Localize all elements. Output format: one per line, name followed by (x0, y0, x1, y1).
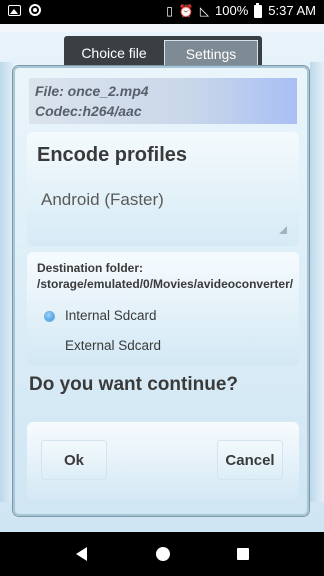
home-icon[interactable] (156, 547, 170, 561)
confirm-question: Do you want continue? (29, 374, 238, 395)
tab-bar: Choice file Settings (64, 36, 262, 68)
app-area: Choice file Settings File: once_2.mp4 Co… (0, 24, 324, 532)
convert-dialog: File: once_2.mp4 Codec:h264/aac Encode p… (13, 66, 309, 516)
background-strip-left (0, 62, 14, 502)
no-signal-icon: ◺ (199, 4, 210, 18)
cancel-button[interactable]: Cancel (217, 440, 283, 480)
ok-button[interactable]: Ok (41, 440, 107, 480)
record-icon (29, 4, 41, 16)
destination-section: Destination folder: /storage/emulated/0/… (27, 252, 299, 366)
navigation-bar (0, 532, 324, 576)
radio-internal-sdcard[interactable] (45, 312, 54, 321)
file-info-banner: File: once_2.mp4 Codec:h264/aac (29, 78, 297, 124)
status-bar: ▯ ⏰ ◺ 100% 5:37 AM (0, 0, 324, 24)
tab-choice-file[interactable]: Choice file (68, 40, 160, 67)
file-name-text: File: once_2.mp4 (35, 83, 149, 99)
encode-profiles-section: Encode profiles Android (Faster) (27, 132, 299, 246)
image-icon (8, 4, 21, 16)
background-strip-right (310, 62, 324, 502)
encode-profiles-title: Encode profiles (37, 144, 188, 166)
radio-label-external-sdcard[interactable]: External Sdcard (65, 338, 161, 353)
recents-icon[interactable] (237, 548, 249, 560)
clock: 5:37 AM (268, 3, 316, 18)
alarm-icon: ⏰ (178, 4, 194, 18)
battery-percent: 100% (215, 3, 249, 18)
vibrate-icon: ▯ (166, 4, 173, 18)
button-panel: Ok Cancel (27, 422, 299, 500)
encode-profile-select[interactable]: Android (Faster) (41, 190, 164, 210)
back-icon[interactable] (76, 547, 87, 561)
radio-label-internal-sdcard[interactable]: Internal Sdcard (65, 308, 157, 323)
destination-folder-text: Destination folder: /storage/emulated/0/… (37, 261, 294, 291)
codec-text: Codec:h264/aac (35, 103, 142, 119)
dropdown-arrow-icon[interactable] (279, 226, 287, 234)
tab-settings[interactable]: Settings (164, 40, 258, 67)
battery-charging-icon (254, 2, 263, 18)
